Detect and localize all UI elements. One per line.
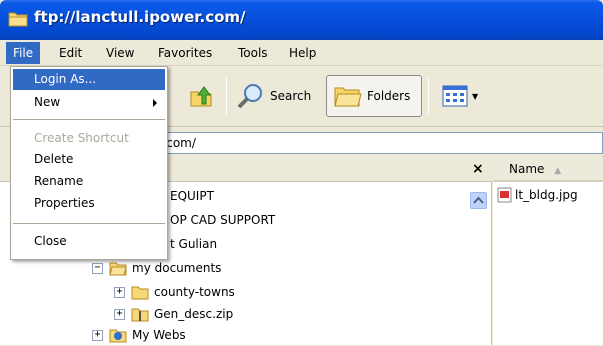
toolbar-separator	[226, 77, 227, 115]
title-bar: ftp://lanctull.ipower.com/	[0, 0, 603, 40]
menu-favorites[interactable]: Favorites	[151, 42, 219, 64]
folders-label: Folders	[367, 89, 411, 103]
menu-item-new[interactable]: New	[13, 92, 165, 113]
menu-item-label: New	[34, 95, 61, 109]
scroll-up-button[interactable]	[470, 192, 487, 209]
menu-edit[interactable]: Edit	[52, 42, 89, 64]
web-folder-icon	[109, 329, 127, 342]
menu-file[interactable]: File	[6, 42, 41, 64]
tree-item-label: EQUIPT	[170, 189, 214, 203]
menu-help[interactable]: Help	[282, 42, 323, 64]
folder-open-icon	[109, 262, 127, 275]
search-label: Search	[270, 89, 312, 103]
folder-icon	[8, 12, 28, 27]
menu-bar: File Edit View Favorites Tools Help	[0, 40, 603, 66]
tree-item-label: My Webs	[132, 328, 186, 342]
file-item[interactable]: lt_bldg.jpg	[497, 186, 578, 204]
address-input[interactable]: ull.ipower.com/	[100, 132, 603, 154]
up-folder-button[interactable]	[180, 75, 222, 117]
zip-folder-icon	[131, 308, 149, 321]
folder-icon	[131, 286, 149, 299]
collapse-toggle[interactable]: −	[92, 262, 103, 274]
expand-toggle[interactable]: +	[92, 329, 103, 341]
views-dropdown-arrow[interactable]: ▼	[472, 92, 478, 101]
toolbar-separator	[428, 77, 429, 115]
menu-item-create-shortcut: Create Shortcut	[34, 131, 129, 145]
tree-item-label: county-towns	[154, 285, 235, 299]
menu-item-properties[interactable]: Properties	[13, 193, 165, 214]
tree-item-label: my documents	[132, 261, 222, 275]
menu-separator	[13, 223, 165, 224]
submenu-arrow-icon	[153, 99, 157, 107]
up-folder-icon	[190, 86, 212, 107]
tree-item-county-towns[interactable]: + county-towns	[114, 281, 235, 303]
file-list-pane: Name ▲ lt_bldg.jpg	[493, 158, 603, 345]
search-button[interactable]: Search	[234, 75, 320, 117]
folders-button[interactable]: Folders	[326, 75, 422, 117]
tree-item[interactable]: OP CAD SUPPORT	[170, 209, 275, 231]
menu-tools[interactable]: Tools	[231, 42, 275, 64]
menu-item-rename[interactable]: Rename	[13, 171, 165, 192]
tree-item[interactable]: t Gulian	[170, 233, 217, 255]
menu-separator	[13, 119, 165, 120]
menu-item-close[interactable]: Close	[13, 231, 165, 252]
menu-item-login-as[interactable]: Login As...	[13, 69, 165, 90]
tree-item-my-webs[interactable]: + My Webs	[92, 324, 186, 346]
expand-toggle[interactable]: +	[114, 286, 125, 298]
views-icon	[442, 85, 468, 107]
name-column-header[interactable]: Name ▲	[493, 158, 603, 182]
chevron-up-icon	[473, 196, 484, 204]
views-button[interactable]: ▼	[438, 75, 482, 117]
menu-view[interactable]: View	[99, 42, 141, 64]
tree-item-label: OP CAD SUPPORT	[170, 213, 276, 227]
folders-icon	[334, 87, 362, 107]
file-menu-dropdown: Login As... New Create Shortcut Delete R…	[10, 66, 168, 260]
menu-item-delete[interactable]: Delete	[13, 149, 165, 170]
close-pane-button[interactable]: ×	[472, 161, 484, 177]
file-name: lt_bldg.jpg	[515, 188, 578, 202]
expand-toggle[interactable]: +	[114, 308, 125, 320]
search-icon	[237, 84, 262, 109]
image-file-icon	[497, 187, 512, 203]
tree-item-label: t Gulian	[170, 237, 218, 251]
column-label: Name	[509, 162, 545, 176]
tree-item-my-documents[interactable]: − my documents	[92, 257, 221, 279]
sort-ascending-icon: ▲	[554, 166, 562, 176]
window-title: ftp://lanctull.ipower.com/	[34, 8, 246, 26]
tree-item[interactable]: EQUIPT	[170, 185, 214, 207]
tree-item-label: Gen_desc.zip	[154, 307, 234, 321]
tree-item-gen-desc-zip[interactable]: + Gen_desc.zip	[114, 303, 233, 325]
